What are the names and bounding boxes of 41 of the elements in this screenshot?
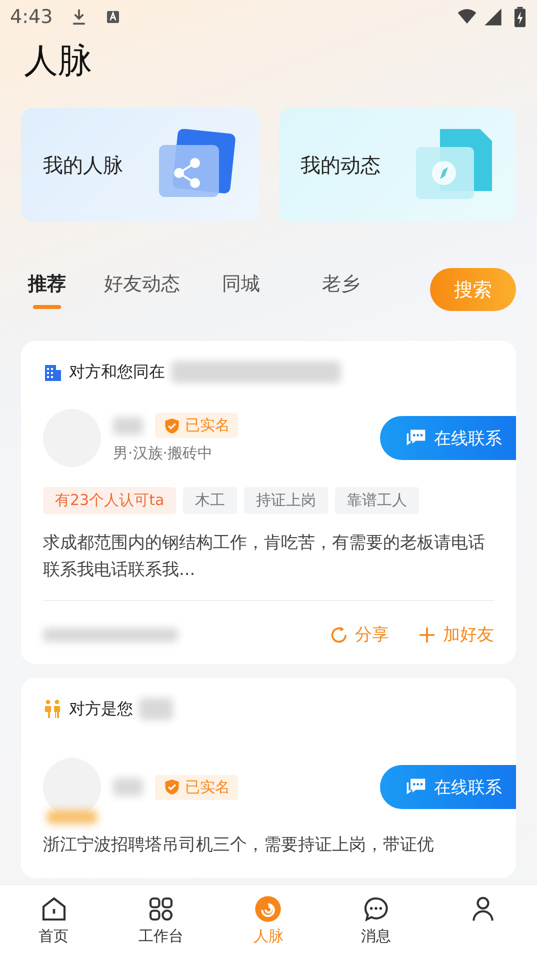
shortcut-card[interactable]: 我的动态 bbox=[278, 108, 516, 222]
chat-icon bbox=[362, 895, 390, 923]
battery-icon bbox=[513, 6, 527, 28]
tag: 靠谱工人 bbox=[335, 487, 420, 514]
grid-icon bbox=[147, 895, 176, 923]
blurred-text bbox=[113, 778, 143, 796]
tab[interactable]: 推荐 bbox=[28, 270, 66, 308]
verified-label: 已实名 bbox=[185, 778, 230, 797]
nav-item[interactable]: 消息 bbox=[322, 885, 430, 956]
tab[interactable]: 好友动态 bbox=[104, 270, 180, 308]
tab[interactable]: 同城 bbox=[222, 270, 260, 308]
keyboard-icon bbox=[104, 9, 121, 25]
plus-icon bbox=[417, 624, 437, 645]
refresh-icon bbox=[329, 624, 349, 645]
blurred-text bbox=[139, 698, 173, 720]
signal-icon bbox=[483, 7, 503, 27]
shield-check-icon bbox=[163, 778, 181, 796]
tag: 持证上岗 bbox=[244, 487, 328, 514]
verified-label: 已实名 bbox=[185, 416, 230, 435]
tag: 有23个人认可ta bbox=[43, 487, 176, 514]
shield-check-icon bbox=[163, 416, 181, 434]
blurred-badge bbox=[47, 810, 97, 824]
tag: 木工 bbox=[183, 487, 238, 514]
user-details: 男·汉族·搬砖中 bbox=[113, 444, 214, 463]
building-icon bbox=[43, 362, 63, 382]
shortcut-card[interactable]: 我的人脉 bbox=[21, 108, 258, 222]
relation-text: 对方是您 bbox=[69, 698, 133, 720]
page-title: 人脉 bbox=[24, 40, 93, 83]
home-icon bbox=[40, 895, 68, 923]
nav-item[interactable]: 工作台 bbox=[107, 885, 215, 956]
spiral-icon bbox=[254, 895, 282, 923]
people-icon bbox=[43, 699, 63, 720]
post-description: 浙江宁波招聘塔吊司机三个，需要持证上岗，带证优 bbox=[43, 834, 435, 858]
tab[interactable]: 老乡 bbox=[322, 270, 360, 308]
contact-button[interactable]: 在线联系 bbox=[380, 765, 516, 810]
blurred-text bbox=[113, 416, 143, 434]
contact-button[interactable]: 在线联系 bbox=[380, 416, 516, 460]
post-description: 求成都范围内的钢结构工作，肯吃苦，有需要的老板请电话联系我电话联系我... bbox=[43, 532, 486, 582]
nav-item[interactable]: 首页 bbox=[0, 885, 108, 956]
relation-text: 对方和您同在 bbox=[69, 362, 165, 382]
status-time: 4:43 bbox=[10, 6, 53, 28]
